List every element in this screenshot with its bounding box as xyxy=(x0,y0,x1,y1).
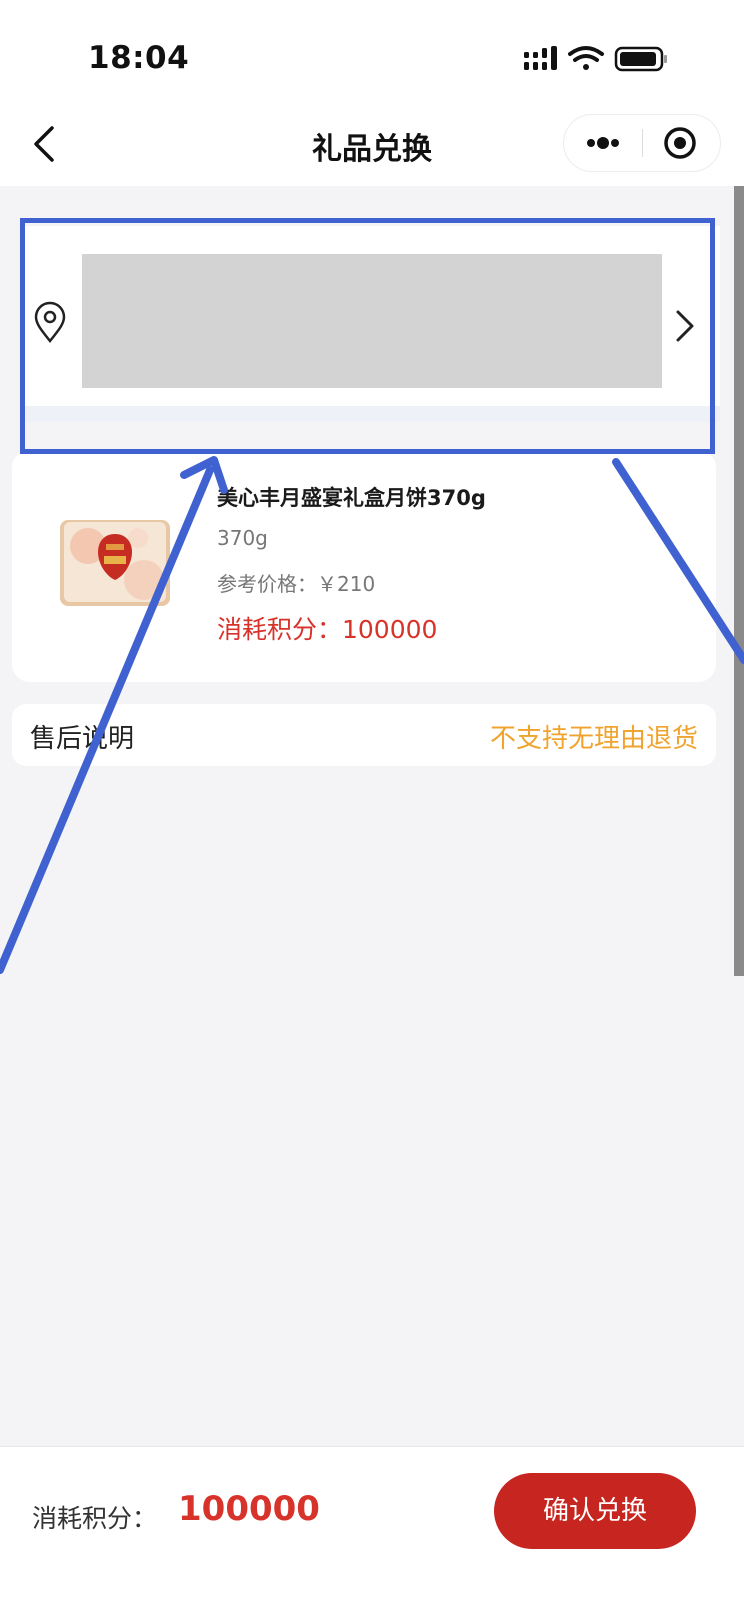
status-bar: 18:04 xyxy=(0,0,744,110)
location-pin-icon xyxy=(34,301,66,344)
nav-bar: 礼品兑换 xyxy=(0,110,744,186)
status-time: 18:04 xyxy=(88,40,190,76)
product-card: 美心丰月盛宴礼盒月饼370g 370g 参考价格：￥210 消耗积分：10000… xyxy=(12,450,716,682)
capsule-divider xyxy=(642,129,643,157)
total-points-value: 100000 xyxy=(178,1489,320,1529)
after-sale-label: 售后说明 xyxy=(30,724,135,754)
product-reference-price: 参考价格：￥210 xyxy=(217,572,376,596)
address-card-bottom xyxy=(20,406,720,422)
after-sale-row[interactable]: 售后说明 不支持无理由退货 xyxy=(12,704,716,766)
confirm-exchange-button[interactable]: 确认兑换 xyxy=(494,1473,696,1549)
bottom-action-bar: 消耗积分： 100000 确认兑换 xyxy=(0,1446,744,1612)
address-selector[interactable] xyxy=(20,226,720,422)
mini-program-capsule xyxy=(563,114,721,172)
redacted-address xyxy=(82,254,662,388)
after-sale-policy: 不支持无理由退货 xyxy=(489,724,698,754)
product-name: 美心丰月盛宴礼盒月饼370g xyxy=(217,486,486,510)
product-points-cost: 消耗积分：100000 xyxy=(217,615,438,644)
signal-icon xyxy=(524,46,557,70)
product-spec: 370g xyxy=(217,526,268,550)
close-target-icon[interactable] xyxy=(644,115,720,171)
product-image xyxy=(60,520,170,606)
system-icons xyxy=(524,46,667,72)
total-points-label: 消耗积分： xyxy=(32,1504,158,1533)
wifi-icon xyxy=(568,46,604,70)
chevron-right-icon xyxy=(676,310,694,342)
scrollbar[interactable] xyxy=(734,186,744,976)
battery-icon xyxy=(614,46,667,72)
more-dots-icon[interactable] xyxy=(564,115,642,171)
